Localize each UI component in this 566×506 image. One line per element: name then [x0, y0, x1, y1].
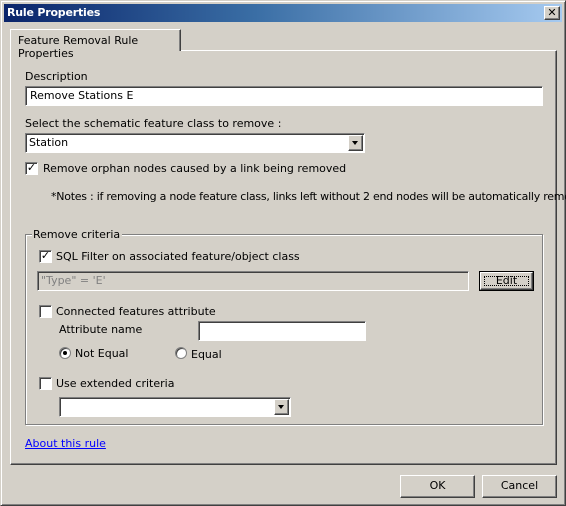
connected-attr-checkbox[interactable] — [39, 305, 52, 318]
remove-orphan-label: Remove orphan nodes caused by a link bei… — [43, 162, 347, 175]
focus-rect — [484, 276, 529, 286]
sql-filter-value: "Type" = 'E' — [41, 274, 106, 287]
radio-equal[interactable] — [175, 347, 187, 359]
attribute-name-input[interactable] — [198, 321, 366, 341]
check-icon: ✓ — [40, 249, 51, 262]
window-title: Rule Properties — [7, 6, 101, 19]
extended-criteria-select[interactable] — [59, 397, 291, 417]
feature-class-select[interactable]: Station — [25, 133, 365, 153]
extended-criteria-label: Use extended criteria — [56, 377, 175, 390]
chevron-down-icon[interactable] — [274, 399, 289, 415]
sql-filter-input: "Type" = 'E' — [37, 271, 469, 291]
tab-feature-removal-rule-properties[interactable]: Feature Removal Rule Properties — [10, 29, 181, 60]
radio-not-equal[interactable] — [59, 347, 71, 359]
description-value: Remove Stations E — [30, 89, 134, 102]
remove-criteria-group: Remove criteria ✓ SQL Filter on associat… — [25, 228, 543, 425]
tab-label: Feature Removal Rule Properties — [18, 34, 139, 60]
cancel-button[interactable]: Cancel — [482, 475, 557, 498]
notes-text: *Notes : if removing a node feature clas… — [51, 190, 566, 203]
feature-class-value: Station — [29, 136, 69, 149]
attribute-name-label: Attribute name — [59, 323, 143, 336]
close-icon: ✕ — [547, 6, 557, 19]
sql-filter-label: SQL Filter on associated feature/object … — [56, 250, 300, 263]
rule-properties-dialog: Rule Properties ✕ Feature Removal Rule P… — [0, 0, 566, 506]
about-this-rule-link[interactable]: About this rule — [25, 437, 106, 450]
sql-filter-checkbox[interactable]: ✓ — [39, 250, 52, 263]
connected-attr-label: Connected features attribute — [56, 305, 216, 318]
ok-button[interactable]: OK — [400, 475, 475, 498]
remove-criteria-legend: Remove criteria — [32, 228, 123, 241]
close-button[interactable]: ✕ — [544, 6, 560, 20]
remove-orphan-checkbox[interactable]: ✓ — [25, 162, 38, 175]
chevron-down-icon[interactable] — [348, 135, 363, 151]
edit-button[interactable]: Edit — [479, 271, 534, 291]
ok-button-label: OK — [429, 479, 446, 492]
check-icon: ✓ — [26, 161, 37, 174]
tab-panel: Description Remove Stations E Select the… — [10, 50, 566, 465]
radio-not-equal-label: Not Equal — [75, 347, 129, 360]
description-label: Description — [25, 70, 88, 83]
radio-equal-label: Equal — [191, 348, 222, 361]
cancel-button-label: Cancel — [500, 479, 539, 492]
title-bar[interactable]: Rule Properties ✕ — [4, 4, 562, 22]
extended-criteria-checkbox[interactable] — [39, 377, 52, 390]
description-input[interactable]: Remove Stations E — [25, 86, 543, 106]
feature-class-label: Select the schematic feature class to re… — [25, 117, 282, 130]
